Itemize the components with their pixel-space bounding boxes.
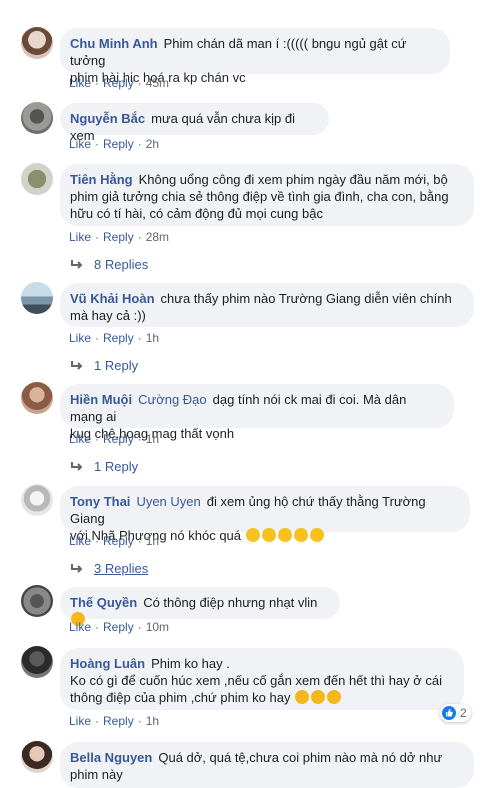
reply-link[interactable]: Reply: [103, 76, 134, 90]
comment-bubble: Thế Quyền Có thông điệp nhưng nhạt vlin: [60, 587, 340, 626]
avatar[interactable]: [21, 102, 53, 134]
view-replies-link[interactable]: 1 Reply: [70, 358, 138, 373]
comment-actions: Like · Reply · 1h: [69, 331, 160, 345]
comment-text: phim này: [70, 767, 123, 782]
comment-text: Ko có gì để cuốn húc xem ,nếu cố gắn xem…: [70, 673, 443, 688]
timestamp[interactable]: 28m: [146, 230, 169, 244]
comment-bubble: Tiên Hằng Không uổng công đi xem phim ngà…: [60, 164, 474, 226]
comment-text: mà hay cả :)): [70, 308, 146, 323]
commenter-name[interactable]: Bella Nguyen: [70, 750, 152, 765]
reaction-count: 2: [460, 706, 467, 720]
grin-emoji-icon: [309, 528, 324, 542]
comment-bubble: Vũ Khải Hoàn chưa thấy phim nào Trường Gi…: [60, 283, 474, 327]
commenter-name[interactable]: Thế Quyền: [70, 595, 137, 610]
grin-emoji-icon: [277, 528, 292, 542]
like-link[interactable]: Like: [69, 137, 91, 151]
like-link[interactable]: Like: [69, 620, 91, 634]
unamused-emoji-icon: [311, 690, 326, 704]
comment-bubble: Chu Minh Anh Phim chán dã man í :((((( bn…: [60, 28, 450, 85]
comment-actions: Like · Reply · 1h: [69, 534, 160, 548]
comment-actions: Like · Reply · 28m: [69, 230, 170, 244]
replies-label[interactable]: 3 Replies: [94, 561, 148, 576]
comment-text: Có thông điệp nhưng nhạt vlin: [143, 595, 318, 610]
comment-actions: Like · Reply · 45m: [69, 76, 170, 90]
comment-bubble: Tony Thai Uyen Uyen đi xem ủng hộ chứ thấy…: [60, 486, 470, 543]
comment-actions: Like · Reply · 1h: [69, 432, 160, 446]
comment-actions: Like · Reply · 10m: [69, 620, 170, 634]
commenter-name[interactable]: Vũ Khải Hoàn: [70, 291, 155, 306]
reply-link[interactable]: Reply: [103, 534, 134, 548]
timestamp[interactable]: 2h: [146, 137, 159, 151]
commenter-name[interactable]: Chu Minh Anh: [70, 36, 158, 51]
reply-link[interactable]: Reply: [103, 714, 134, 728]
avatar[interactable]: [21, 382, 53, 414]
comment-text: Quá dở, quá tệ,chưa coi phim nào mà nó d…: [158, 750, 443, 765]
like-link[interactable]: Like: [69, 230, 91, 244]
comment-actions: Like · Reply · 2h: [69, 137, 160, 151]
like-link[interactable]: Like: [69, 534, 91, 548]
comment-text: hữu có tí hài, có cảm động đủ mọi cung b…: [70, 206, 323, 221]
timestamp[interactable]: 1h: [146, 331, 159, 345]
reply-link[interactable]: Reply: [103, 432, 134, 446]
comment-bubble: Hoàng Luân Phim ko hay . Ko có gì để cuốn…: [60, 648, 464, 710]
grin-emoji-icon: [261, 528, 276, 542]
avatar[interactable]: [21, 585, 53, 617]
comment-text: Không uổng công đi xem phim ngày đầu năm…: [138, 172, 448, 187]
view-replies-link[interactable]: 3 Replies: [70, 561, 148, 576]
reply-link[interactable]: Reply: [103, 331, 134, 345]
avatar[interactable]: [21, 484, 53, 516]
commenter-name[interactable]: Hiền Muội: [70, 392, 132, 407]
avatar[interactable]: [21, 282, 53, 314]
thumbs-up-icon: [442, 706, 456, 720]
replies-label[interactable]: 1 Reply: [94, 459, 138, 474]
comment-actions: Like · Reply · 1h: [69, 714, 160, 728]
reply-arrow-icon: [71, 563, 83, 573]
unamused-emoji-icon: [327, 690, 342, 704]
grin-emoji-icon: [245, 528, 260, 542]
replies-label[interactable]: 1 Reply: [94, 358, 138, 373]
reply-arrow-icon: [71, 259, 83, 269]
reply-arrow-icon: [71, 360, 83, 370]
view-replies-link[interactable]: 1 Reply: [70, 459, 138, 474]
like-link[interactable]: Like: [69, 432, 91, 446]
reply-arrow-icon: [71, 461, 83, 471]
commenter-name[interactable]: Tony Thai: [70, 494, 130, 509]
comment-bubble: Hiền Muội Cường Đạo dạg tính nói ck mai đi…: [60, 384, 454, 441]
timestamp[interactable]: 1h: [146, 534, 159, 548]
reply-link[interactable]: Reply: [103, 620, 134, 634]
commenter-name[interactable]: Tiên Hằng: [70, 172, 133, 187]
like-link[interactable]: Like: [69, 331, 91, 345]
reply-link[interactable]: Reply: [103, 137, 134, 151]
tagged-user[interactable]: Cường Đạo: [138, 392, 207, 407]
avatar[interactable]: [21, 646, 53, 678]
comment-text: Phim ko hay .: [151, 656, 230, 671]
comment-text: thông điệp của phim ,chứ phim ko hay: [70, 690, 291, 705]
comment-bubble: Bella Nguyen Quá dở, quá tệ,chưa coi phim…: [60, 742, 474, 788]
reply-link[interactable]: Reply: [103, 230, 134, 244]
timestamp[interactable]: 1h: [146, 714, 159, 728]
timestamp[interactable]: 1h: [146, 432, 159, 446]
comment-text: phim giả tưởng chia sẻ thông điệp về tìn…: [70, 189, 449, 204]
avatar[interactable]: [21, 163, 53, 195]
commenter-name[interactable]: Nguyễn Bắc: [70, 111, 145, 126]
like-link[interactable]: Like: [69, 714, 91, 728]
avatar[interactable]: [21, 741, 53, 773]
unamused-emoji-icon: [295, 690, 310, 704]
commenter-name[interactable]: Hoàng Luân: [70, 656, 145, 671]
replies-label[interactable]: 8 Replies: [94, 257, 148, 272]
like-link[interactable]: Like: [69, 76, 91, 90]
reaction-summary[interactable]: 2: [440, 704, 471, 722]
timestamp[interactable]: 45m: [146, 76, 169, 90]
timestamp[interactable]: 10m: [146, 620, 169, 634]
grin-emoji-icon: [293, 528, 308, 542]
avatar[interactable]: [21, 27, 53, 59]
view-replies-link[interactable]: 8 Replies: [70, 257, 148, 272]
tagged-user[interactable]: Uyen Uyen: [136, 494, 200, 509]
comment-text: chưa thấy phim nào Trường Giang diễn viê…: [160, 291, 452, 306]
comment-bubble: Nguyễn Bắc mưa quá vẫn chưa kịp đi xem: [60, 103, 329, 143]
